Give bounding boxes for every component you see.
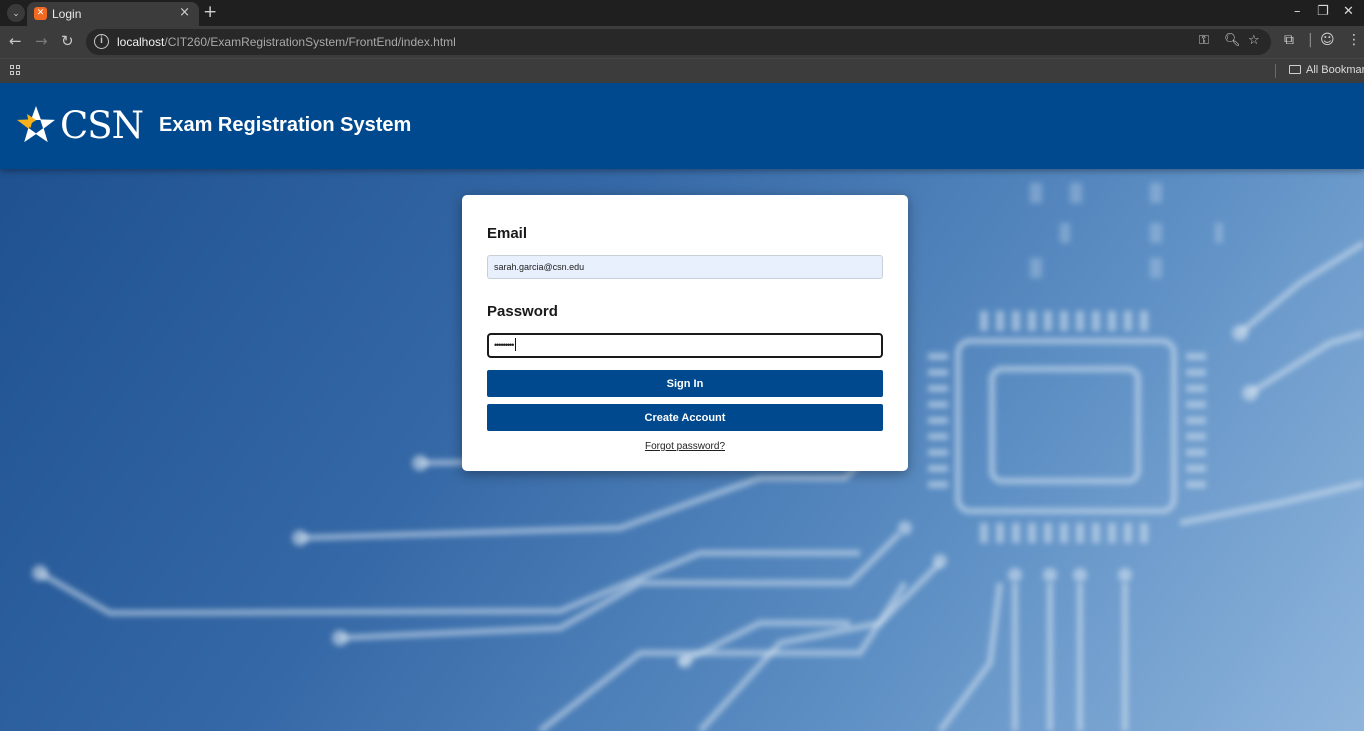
bookmark-star-icon[interactable]: ☆: [1248, 33, 1260, 48]
browser-tab-login[interactable]: ✕ Login ×: [27, 2, 199, 26]
window-close-icon[interactable]: ✕: [1343, 4, 1354, 19]
zoom-icon[interactable]: 🔍︎: [1224, 33, 1241, 48]
site-title: Exam Registration System: [159, 114, 412, 136]
forgot-password-link[interactable]: Forgot password?: [462, 441, 908, 452]
new-tab-icon[interactable]: +: [203, 2, 217, 22]
back-icon[interactable]: ←: [9, 32, 22, 50]
xampp-favicon-icon: ✕: [34, 7, 47, 20]
tab-search-icon[interactable]: ⌄: [7, 4, 25, 22]
password-field[interactable]: •••••••••: [487, 333, 883, 358]
email-field[interactable]: [487, 255, 883, 279]
all-bookmarks-button[interactable]: All Bookmarks: [1289, 64, 1364, 76]
password-mask: •••••••••: [494, 340, 514, 350]
password-key-icon[interactable]: ⚿: [1199, 33, 1209, 48]
toolbar-divider: |: [1308, 32, 1313, 48]
csn-logo-text: CSN: [60, 104, 144, 147]
menu-dots-icon[interactable]: ⋮: [1347, 32, 1361, 48]
bookmarks-divider: [1275, 64, 1276, 78]
text-caret: [515, 338, 517, 351]
browser-toolbar: ← → ↻ i localhost/CIT260/ExamRegistratio…: [0, 26, 1364, 58]
csn-logo-star-icon: [16, 106, 56, 143]
site-info-icon[interactable]: i: [94, 34, 109, 49]
minimize-icon[interactable]: –: [1294, 4, 1301, 19]
sign-in-button[interactable]: Sign In: [487, 370, 883, 397]
restore-icon[interactable]: ❐: [1317, 4, 1329, 19]
extensions-icon[interactable]: ⧉: [1284, 32, 1294, 48]
bookmarks-bar: All Bookmarks: [0, 58, 1364, 83]
password-label: Password: [487, 303, 558, 320]
reload-icon[interactable]: ↻: [61, 32, 74, 50]
login-card: Email Password ••••••••• Sign In Create …: [462, 195, 908, 471]
apps-grid-icon[interactable]: [10, 65, 20, 75]
forward-icon[interactable]: →: [35, 32, 48, 50]
tab-close-icon[interactable]: ×: [179, 5, 190, 20]
all-bookmarks-label: All Bookmarks: [1306, 64, 1364, 76]
create-account-button[interactable]: Create Account: [487, 404, 883, 431]
page-viewport: CSN Exam Registration System Email Passw…: [0, 83, 1364, 731]
browser-tab-bar: ⌄ ✕ Login × + – ❐ ✕: [0, 0, 1364, 26]
address-bar[interactable]: i localhost/CIT260/ExamRegistrationSyste…: [86, 29, 1271, 55]
address-url[interactable]: localhost/CIT260/ExamRegistrationSystem/…: [117, 35, 456, 49]
profile-icon[interactable]: ☺: [1320, 32, 1335, 48]
folder-icon: [1289, 65, 1301, 74]
site-header: CSN Exam Registration System: [0, 83, 1364, 169]
tab-title: Login: [52, 7, 82, 21]
email-label: Email: [487, 225, 528, 242]
